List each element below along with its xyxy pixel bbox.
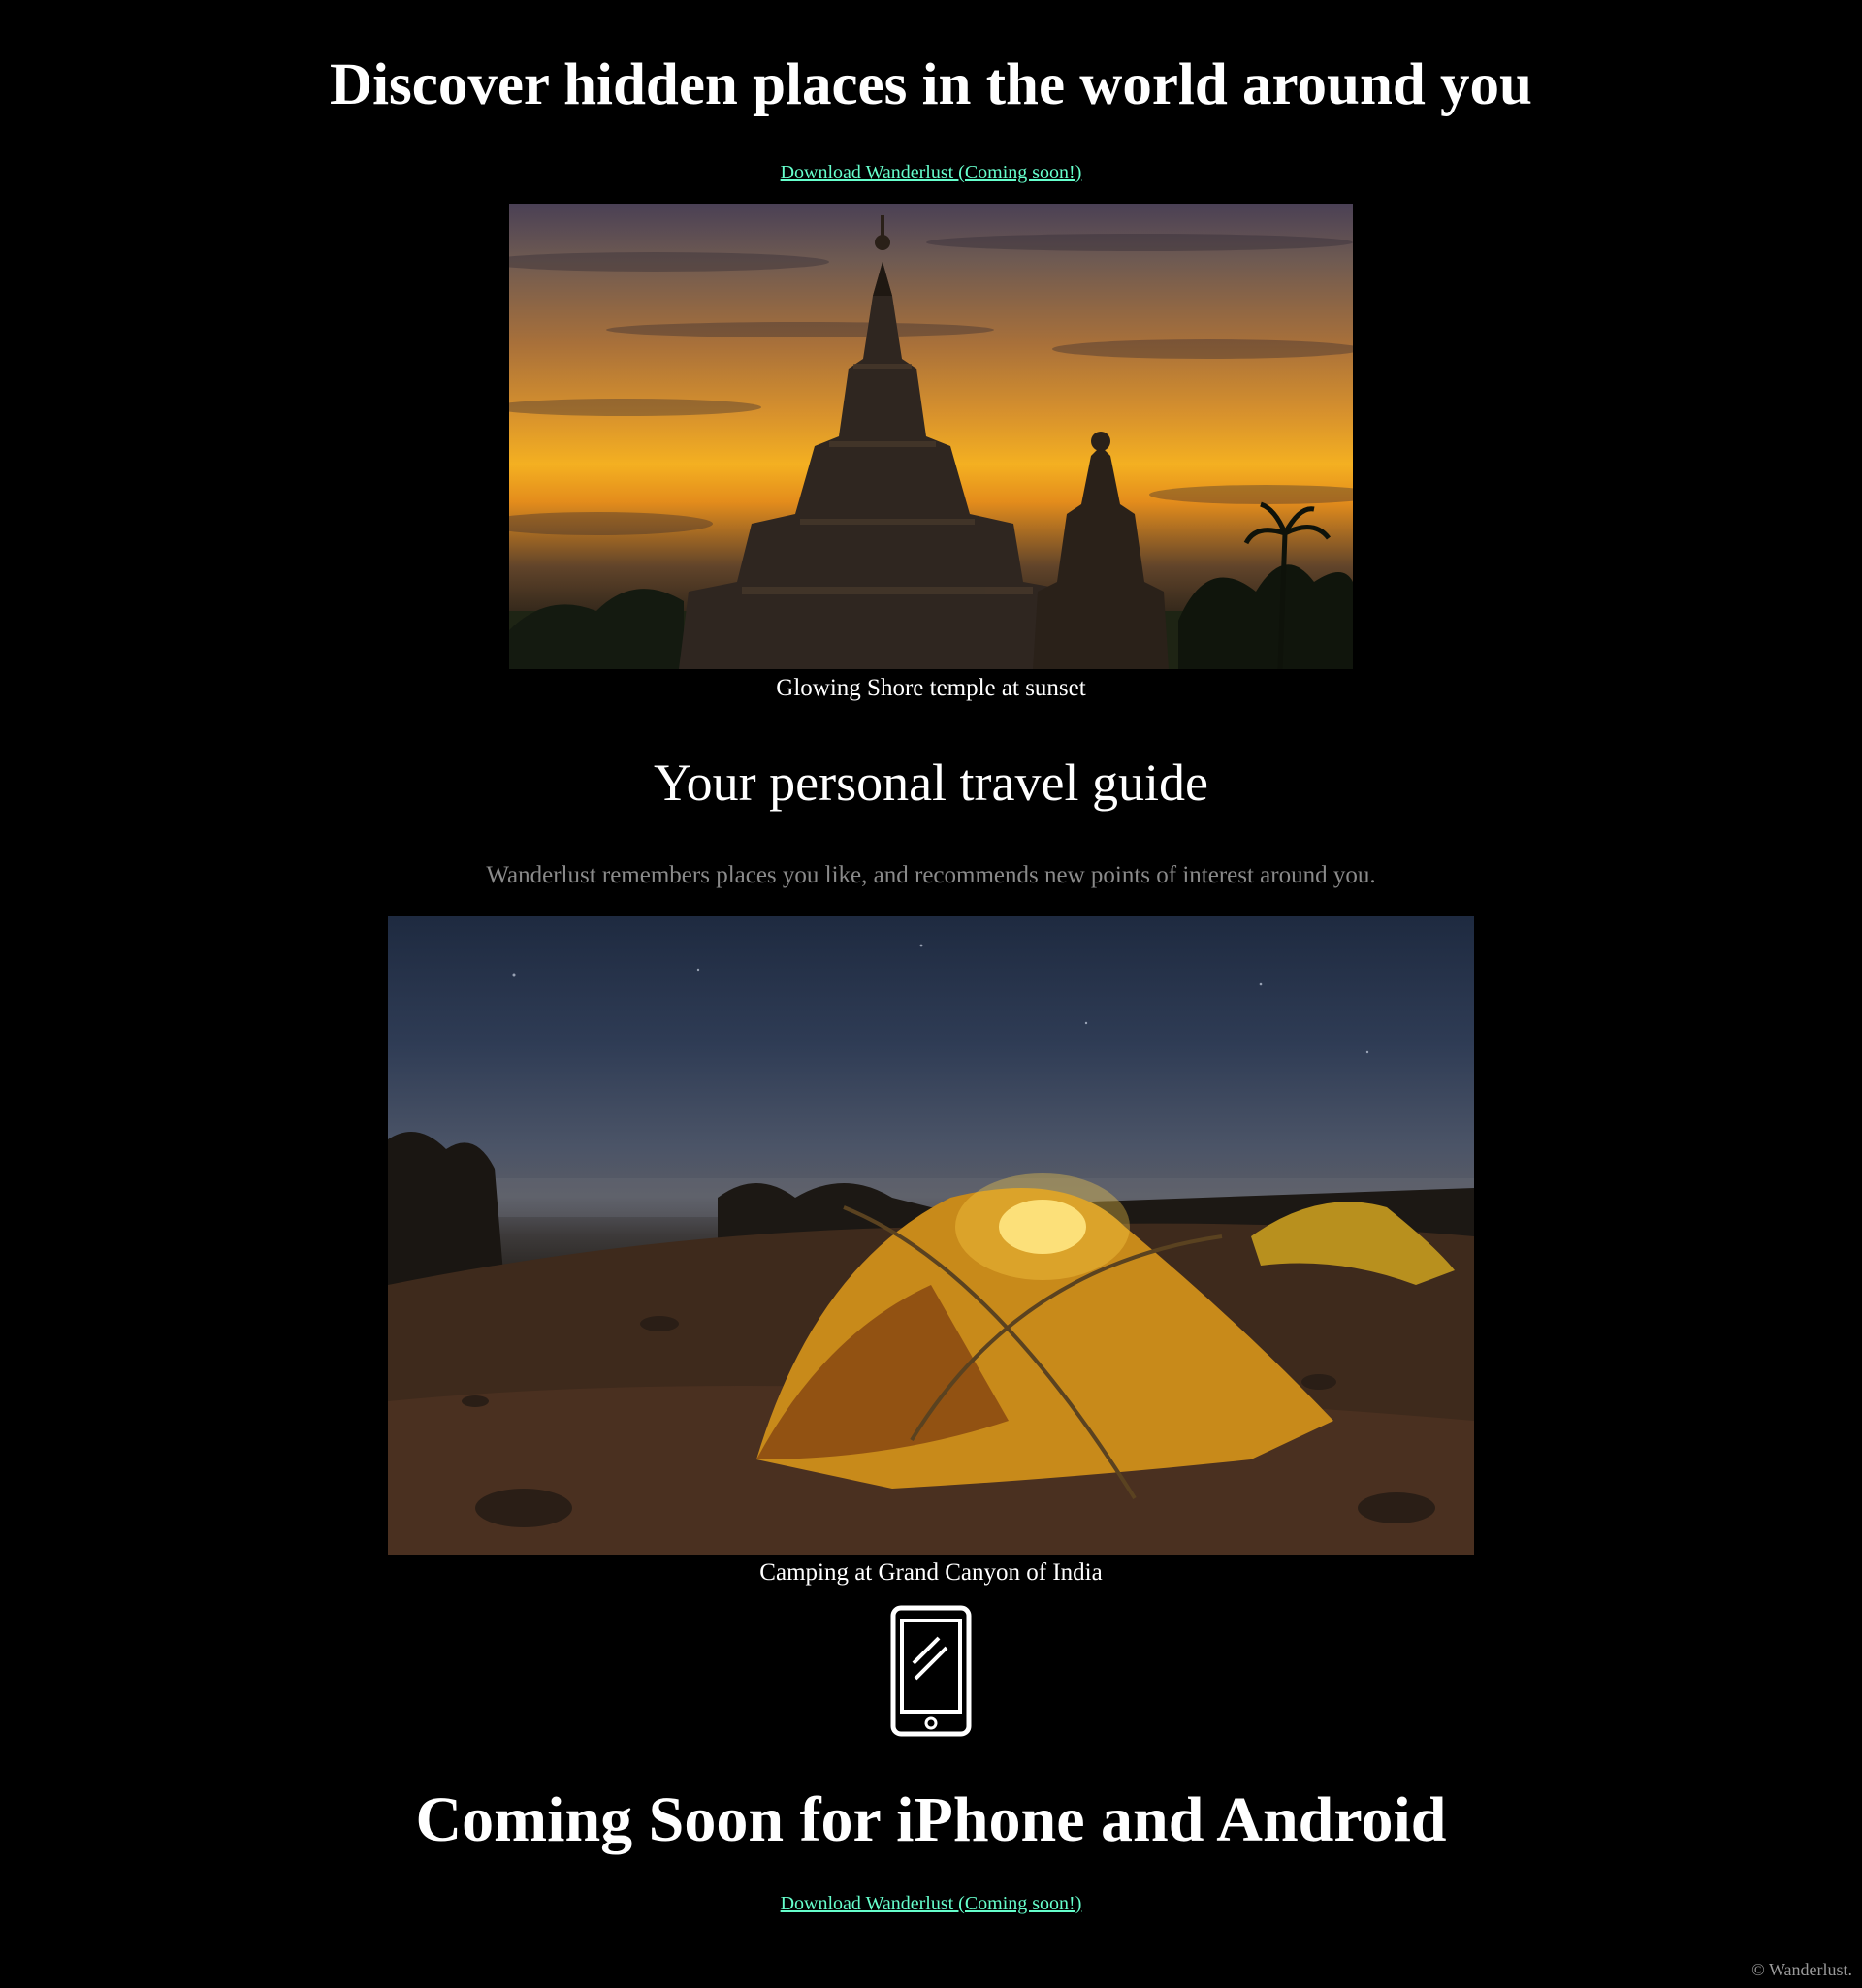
download-link-container-bottom: Download Wanderlust (Coming soon!)	[0, 1891, 1862, 1916]
section-title: Your personal travel guide	[654, 754, 1208, 812]
page: Discover hidden places in the world arou…	[0, 0, 1862, 1988]
hero-title: Discover hidden places in the world arou…	[330, 52, 1532, 117]
camping-caption: Camping at Grand Canyon of India	[759, 1559, 1103, 1586]
camping-image	[388, 916, 1474, 1555]
camping-illustration	[388, 944, 1474, 1555]
copyright: © Wanderlust.	[1751, 1960, 1852, 1979]
smartphone-icon	[890, 1605, 972, 1737]
temple-caption: Glowing Shore temple at sunset	[776, 675, 1086, 701]
shore-temple-image	[509, 204, 1353, 669]
download-link-bottom[interactable]: Download Wanderlust (Coming soon!)	[781, 1893, 1082, 1914]
shore-temple-illustration	[509, 215, 1353, 669]
download-link-top[interactable]: Download Wanderlust (Coming soon!)	[781, 162, 1082, 183]
section-description: Wanderlust remembers places you like, an…	[486, 862, 1376, 888]
coming-soon-title: Coming Soon for iPhone and Android	[415, 1784, 1447, 1855]
download-link-container-top: Download Wanderlust (Coming soon!)	[0, 160, 1862, 185]
